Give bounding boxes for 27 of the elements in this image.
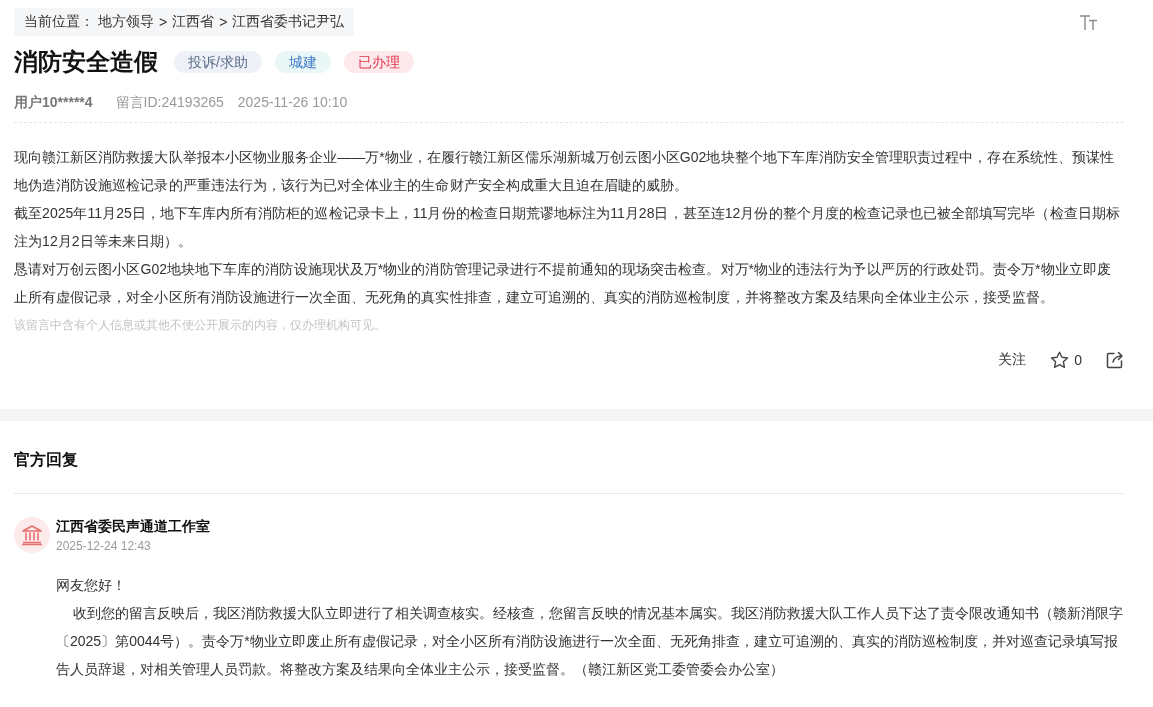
breadcrumb-separator: >	[218, 14, 229, 30]
reply-paragraph: 收到您的留言反映后，我区消防救援大队立即进行了相关调查核实。经核查，您留言反映的情况基本属实。我区消防救援大队工作人员下达了责令限改通知书（赣新消限字〔2025〕第0044号）。责令万*物业立即废止所有虚假记录，对全小区所有消防设施进行一次全面、无死角排查，建立可追溯的、真实的消防巡检制度，并对巡查记录填写报告人员辞退，对相关管理人员罚款。将整改方案及结果向全体业主公示，接受监督。（赣江新区党工委管委会办公室）	[56, 604, 1124, 679]
message-paragraph: 现向赣江新区消防救援大队举报本小区物业服务企业——万*物业，在履行赣江新区儒乐湖新城万创云图小区G02地块整个地下车库消防安全管理职责过程中，存在系统性、预谋性地伪造消防设施巡检记录的严重违法行为，该行为已对全体业主的生命财产安全构成重大且迫在眉睫的威胁。	[14, 148, 1115, 195]
reply-greeting: 网友您好！	[56, 576, 127, 595]
share-icon	[1106, 351, 1124, 369]
font-size-icon[interactable]	[1080, 15, 1098, 30]
breadcrumb-link[interactable]: 江西省	[172, 13, 215, 31]
status-tag: 已办理	[343, 51, 414, 73]
user-name: 用户10*****4	[14, 93, 93, 112]
category-tag: 城建	[274, 51, 331, 73]
like-button[interactable]: 0	[1050, 348, 1082, 372]
message-paragraph: 恳请对万创云图小区G02地块地下车库的消防设施现状及万*物业的消防管理记录进行不提前通知的现场突击检查。对万*物业的违法行为予以严厉的行政处罚。责令万*物业立即废止所有虚假记录，对全小区所有消防设施进行一次全面、无死角的真实性排查，建立可追溯的、真实的消防巡检制度，并将整改方案及结果向全体业主公示，接受监督。	[14, 260, 1112, 307]
message-id: 留言ID:24193265	[115, 93, 224, 112]
building-icon	[14, 517, 50, 553]
star-icon	[1050, 351, 1070, 369]
breadcrumb-separator: >	[158, 14, 169, 30]
reply-time: 2025-12-24 12:43	[56, 538, 152, 555]
post-time: 2025-11-26 10:10	[237, 93, 348, 112]
follow-button[interactable]: 关注	[998, 348, 1027, 372]
section-title: 官方回复	[14, 450, 79, 470]
author-name: 江西省委民声通道工作室	[56, 517, 210, 536]
message-title: 消防安全造假	[14, 47, 158, 77]
breadcrumb-link[interactable]: 江西省委书记尹弘	[232, 13, 345, 31]
breadcrumb-link[interactable]: 地方领导	[98, 13, 154, 31]
breadcrumb-label: 当前位置：	[24, 13, 94, 31]
message-paragraph: 截至2025年11月25日，地下车库内所有消防柜的巡检记录卡上，11月份的检查日期荒谬地标注为11月28日，甚至连12月份的整个月度的检查记录也已被全部填写完毕（检查日期标注为12月2日等未来日期）。	[14, 204, 1121, 251]
type-tag: 投诉/求助	[174, 51, 262, 73]
